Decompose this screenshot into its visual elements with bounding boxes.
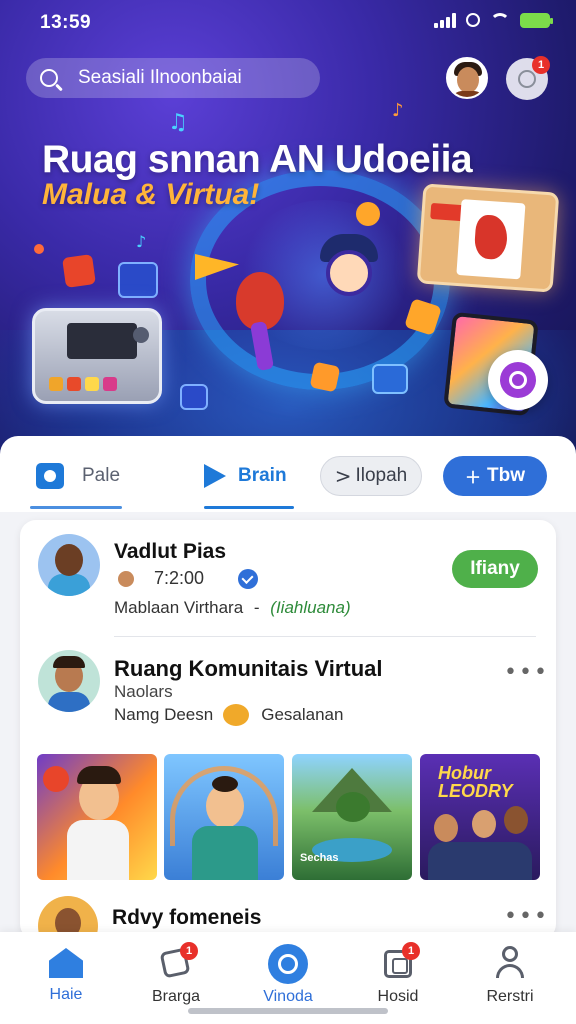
divider <box>114 636 536 637</box>
verified-icon <box>238 568 259 589</box>
nav-label: Haie <box>49 986 83 1003</box>
kid-character-illustration <box>326 250 372 296</box>
tab-brain[interactable]: Brain <box>204 456 287 496</box>
more-options-icon[interactable]: ••• <box>504 660 549 685</box>
media-thumbnail[interactable]: Sechas <box>292 754 412 880</box>
hero-banner: 13:59 1 ♫ ♪ ♪ <box>0 0 576 470</box>
profile-avatar[interactable] <box>446 57 488 99</box>
nav-label: Hosid <box>377 988 419 1005</box>
post-title[interactable]: Ruang Komunitais Virtual <box>114 656 383 682</box>
music-note-icon: ♫ <box>168 110 188 135</box>
music-note-icon: ♪ <box>392 100 404 121</box>
tab-ilopah-label: Ilopah <box>355 465 408 486</box>
nav-label: Brarga <box>151 988 201 1005</box>
post-description-text: Mablaan Virthara <box>114 598 244 617</box>
battery-icon <box>520 12 553 28</box>
media-thumbnail[interactable] <box>164 754 284 880</box>
status-bar: 13:59 <box>0 0 576 42</box>
wifi-icon <box>490 13 510 27</box>
hero-subtitle: Malua & Virtua! <box>42 178 260 211</box>
tab-brain-label: Brain <box>238 465 287 486</box>
profile-icon <box>492 944 528 980</box>
coin-icon <box>356 202 380 226</box>
camera-icon <box>36 463 64 489</box>
post-description: Mablaan Virthara - (Iiahluana) <box>114 598 351 618</box>
post-title[interactable]: Vadlut Pias <box>114 540 226 564</box>
tab-ilopah[interactable]: > Ilopah <box>320 456 422 496</box>
confetti-icon <box>34 244 44 254</box>
post-meta-right: Gesalanan <box>261 705 344 724</box>
search-input[interactable] <box>78 67 308 89</box>
home-icon <box>49 948 83 978</box>
signal-icon <box>434 12 456 28</box>
tag-icon: 1 <box>158 942 198 980</box>
media-thumbnail[interactable]: Hobur LEODRY <box>420 754 540 880</box>
nav-item-profile[interactable]: Rerstri <box>460 944 560 1006</box>
notification-badge: 1 <box>180 942 198 960</box>
thumbnail-caption: Sechas <box>300 852 339 864</box>
post-meta-left: Namg Deesn <box>114 705 214 724</box>
calendar-icon <box>118 262 158 298</box>
search-bar[interactable] <box>26 58 320 98</box>
post-time: 7:2:00 <box>154 568 205 588</box>
post-link[interactable]: (Iiahluana) <box>270 598 350 617</box>
media-thumbnail[interactable] <box>37 754 157 880</box>
music-note-icon: ♪ <box>136 232 147 251</box>
floating-tile-icon <box>180 384 208 410</box>
notification-badge: 1 <box>402 942 420 960</box>
separator: - <box>253 598 260 617</box>
search-icon <box>40 69 58 87</box>
tab-pale-label: Pale <box>82 465 121 486</box>
mini-avatar-icon <box>118 570 134 587</box>
feed-card: Vadlut Pias 7:2:00 Mablaan Virthara - (I… <box>20 520 556 940</box>
notification-badge: 1 <box>532 56 550 74</box>
tab-pale-indicator <box>30 506 122 509</box>
hero-action-button[interactable] <box>488 350 548 410</box>
hero-title: Ruag snnan AN Udoeiia <box>42 138 473 181</box>
tab-tbw[interactable]: ＋ Tbw <box>443 456 547 496</box>
post-subtitle: Naolars <box>114 682 173 701</box>
tab-tbw-label: Tbw <box>487 465 525 486</box>
tab-brain-indicator <box>204 506 294 509</box>
emoji-icon <box>223 704 250 726</box>
status-icons <box>434 12 553 28</box>
nav-item-vinoda[interactable]: Vinoda <box>238 944 338 1006</box>
chevron-right-icon: > <box>334 464 352 488</box>
status-time: 13:59 <box>40 12 92 33</box>
avatar[interactable] <box>38 534 100 596</box>
alarm-icon <box>466 13 480 27</box>
chat-bubble-icon <box>518 70 536 88</box>
plus-icon: ＋ <box>464 468 481 487</box>
nav-item-home[interactable]: Haie <box>16 944 116 1004</box>
chat-button[interactable]: 1 <box>506 56 550 100</box>
thumbnail-caption: Hobur LEODRY <box>438 763 513 801</box>
avatar[interactable] <box>38 650 100 712</box>
photo-tile-icon <box>372 364 408 394</box>
more-options-icon[interactable]: ••• <box>504 904 549 929</box>
floating-tile-icon <box>62 254 96 288</box>
tab-bar: Pale Brain > Ilopah ＋ Tbw <box>0 436 576 512</box>
home-indicator[interactable] <box>188 1008 388 1014</box>
arrow-icon <box>204 464 226 488</box>
gallery-icon: 1 <box>380 942 420 980</box>
post-meta: Namg Deesn Gesalanan <box>114 704 343 726</box>
floating-tile-icon <box>309 361 341 393</box>
follow-button[interactable]: Ifiany <box>452 550 538 588</box>
book-illustration <box>416 183 560 293</box>
post-meta: 7:2:00 <box>118 568 259 589</box>
nav-item-brarga[interactable]: 1 Brarga <box>126 942 226 1006</box>
video-icon <box>268 944 308 984</box>
post-title[interactable]: Rdvy fomeneis <box>112 906 261 930</box>
radio-illustration <box>32 308 162 404</box>
nav-item-hosid[interactable]: 1 Hosid <box>348 942 448 1006</box>
podcast-icon <box>500 362 536 398</box>
nav-label: Rerstri <box>486 988 534 1005</box>
nav-label: Vinoda <box>263 988 313 1005</box>
tab-pale[interactable]: Pale <box>36 456 120 496</box>
